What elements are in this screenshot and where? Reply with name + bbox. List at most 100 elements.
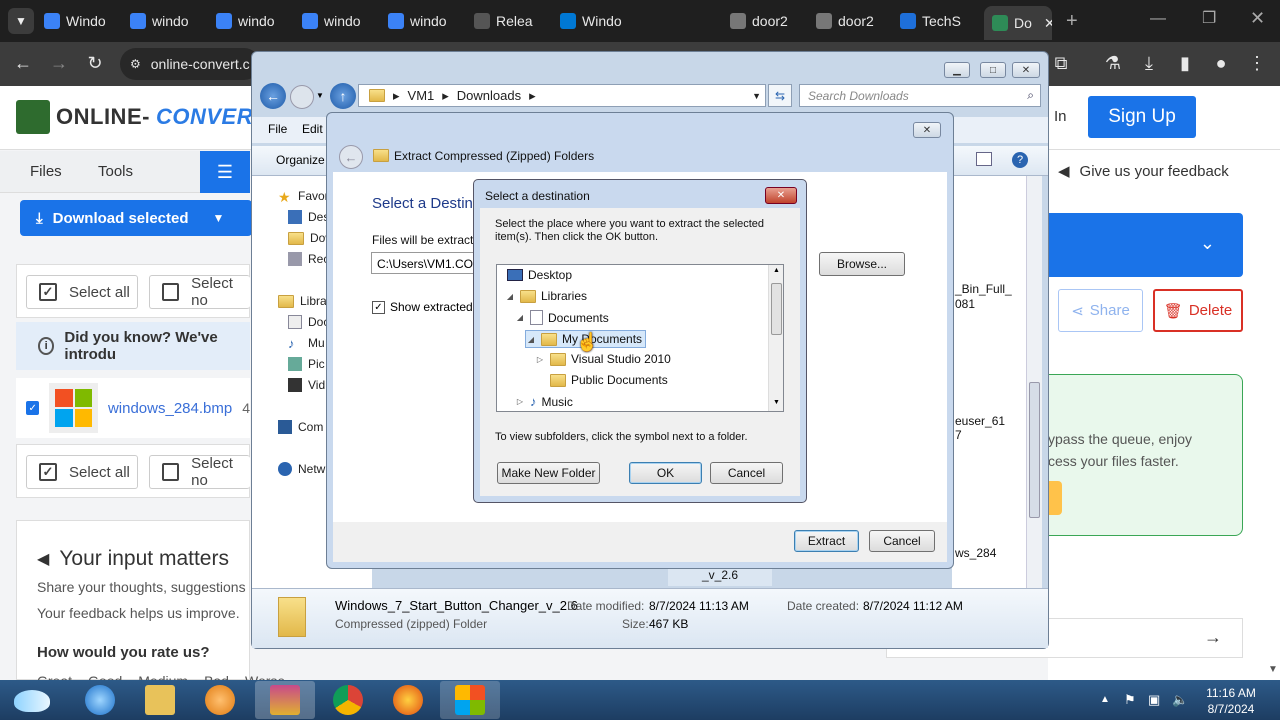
side-panel-icon[interactable]: ▮ bbox=[1174, 52, 1196, 74]
tree-item-libraries[interactable]: ◢ Libraries bbox=[505, 289, 587, 303]
site-logo[interactable]: ONLINE- CONVER bbox=[16, 100, 253, 134]
browser-tab[interactable]: TechS bbox=[900, 8, 980, 34]
collapsed-arrow-icon[interactable]: ▷ bbox=[515, 397, 525, 406]
start-button[interactable] bbox=[0, 684, 64, 718]
tree-item-public-documents[interactable]: Public Documents bbox=[535, 373, 668, 387]
profile-icon[interactable]: ● bbox=[1210, 52, 1232, 74]
nav-computer[interactable]: Com bbox=[278, 420, 323, 434]
nav-desktop[interactable]: Des bbox=[288, 210, 329, 224]
nav-tools[interactable]: Tools bbox=[98, 163, 133, 180]
destination-path-input[interactable]: C:\Users\VM1.CO bbox=[371, 252, 481, 274]
new-tab-button[interactable]: + bbox=[1066, 10, 1078, 33]
tree-item-desktop[interactable]: Desktop bbox=[507, 268, 572, 282]
tab-search-button[interactable]: ▼ bbox=[8, 8, 34, 34]
explorer-history-icon[interactable]: ▼ bbox=[316, 91, 324, 100]
close-tab-icon[interactable]: ✕ bbox=[1044, 15, 1052, 32]
address-dropdown-icon[interactable]: ▼ bbox=[752, 91, 761, 101]
browse-button[interactable]: Browse... bbox=[819, 252, 905, 276]
explorer-forward-icon[interactable] bbox=[290, 85, 314, 109]
menu-edit[interactable]: Edit bbox=[302, 122, 323, 136]
select-none-button-bottom[interactable]: Select no bbox=[149, 455, 250, 489]
premium-button[interactable] bbox=[1048, 481, 1062, 515]
browser-tab[interactable]: windo bbox=[130, 8, 210, 34]
explorer-maximize-button[interactable]: □ bbox=[980, 62, 1006, 78]
restore-window-button[interactable]: ❐ bbox=[1202, 8, 1216, 28]
nav-recent[interactable]: Rec bbox=[288, 252, 329, 266]
expand-arrow-icon[interactable]: ◢ bbox=[505, 292, 515, 301]
select-all-button-bottom[interactable]: ✓ Select all bbox=[26, 455, 138, 489]
menu-file[interactable]: File bbox=[268, 122, 287, 136]
file-label[interactable]: _Bin_Full_ bbox=[955, 282, 1012, 296]
login-link[interactable]: In bbox=[1054, 108, 1067, 125]
tree-item-visual-studio[interactable]: ▷ Visual Studio 2010 bbox=[535, 352, 671, 366]
preview-pane-icon[interactable] bbox=[976, 152, 992, 166]
browser-tab[interactable]: windo bbox=[388, 8, 468, 34]
extract-button[interactable]: Extract bbox=[794, 530, 859, 552]
list-view-icon[interactable]: ☰ bbox=[200, 151, 250, 193]
taskbar-windows-app[interactable] bbox=[440, 681, 500, 719]
show-hidden-icons[interactable]: ▲ bbox=[1100, 694, 1110, 705]
chevron-down-icon[interactable]: ▼ bbox=[213, 211, 225, 225]
forward-icon[interactable]: → bbox=[48, 52, 70, 74]
taskbar-winrar[interactable] bbox=[255, 681, 315, 719]
nav-music[interactable]: ♪ Mu bbox=[288, 336, 325, 351]
ok-button[interactable]: OK bbox=[629, 462, 702, 484]
address-bar[interactable]: ⚙ online-convert.c bbox=[120, 48, 260, 80]
dest-close-button[interactable]: ✕ bbox=[765, 187, 797, 204]
explorer-close-button[interactable]: ✕ bbox=[1012, 62, 1040, 78]
browser-tab[interactable]: Windo bbox=[44, 8, 124, 34]
labs-icon[interactable]: ⚗ bbox=[1102, 52, 1124, 74]
nav-network[interactable]: Netw bbox=[278, 462, 325, 476]
explorer-scrollbar[interactable] bbox=[1026, 176, 1042, 588]
action-center-flag-icon[interactable]: ⚑ bbox=[1124, 692, 1136, 708]
close-window-button[interactable]: ✕ bbox=[1250, 8, 1265, 29]
menu-icon[interactable]: ⋮ bbox=[1246, 52, 1268, 74]
file-label[interactable]: 7 bbox=[955, 428, 962, 442]
file-label[interactable]: ws_284 bbox=[955, 546, 996, 560]
wizard-back-icon[interactable]: ← bbox=[339, 145, 363, 169]
scroll-down-arrow[interactable]: ▼ bbox=[1268, 664, 1278, 675]
wizard-cancel-button[interactable]: Cancel bbox=[869, 530, 935, 552]
organize-button[interactable]: Organize bbox=[276, 153, 325, 167]
expand-arrow-icon[interactable]: ◢ bbox=[515, 313, 525, 322]
file-name-link[interactable]: windows_284.bmp bbox=[108, 400, 232, 417]
dest-cancel-button[interactable]: Cancel bbox=[710, 462, 783, 484]
nav-videos[interactable]: Vid bbox=[288, 378, 325, 392]
select-all-button[interactable]: ✓ Select all bbox=[26, 275, 138, 309]
browser-tab[interactable]: Do ✕ bbox=[984, 6, 1052, 40]
download-selected-button[interactable]: ⤓ Download selected ▼ bbox=[20, 200, 252, 236]
tree-item-documents[interactable]: ◢ Documents bbox=[515, 310, 609, 325]
browser-tab[interactable]: windo bbox=[216, 8, 296, 34]
taskbar-firefox[interactable] bbox=[378, 681, 438, 719]
sign-up-button[interactable]: Sign Up bbox=[1088, 96, 1196, 138]
scroll-up-icon[interactable]: ▲ bbox=[773, 267, 780, 274]
extensions-icon[interactable]: ⧉ bbox=[1050, 52, 1072, 74]
share-button[interactable]: ⋖ Share bbox=[1058, 289, 1143, 332]
browser-tab[interactable]: windo bbox=[302, 8, 382, 34]
nav-files[interactable]: Files bbox=[30, 163, 62, 180]
nav-documents[interactable]: Doc bbox=[288, 315, 329, 329]
taskbar-internet-explorer[interactable] bbox=[70, 681, 130, 719]
taskbar-chrome[interactable] bbox=[318, 681, 378, 719]
taskbar-clock[interactable]: 11:16 AM 8/7/2024 bbox=[1196, 685, 1266, 717]
scrollbar-thumb[interactable] bbox=[1029, 382, 1040, 518]
file-label[interactable]: 081 bbox=[955, 297, 975, 311]
explorer-back-icon[interactable]: ← bbox=[260, 83, 286, 109]
taskbar-media-player[interactable] bbox=[190, 681, 250, 719]
browser-tab[interactable]: Windo bbox=[560, 8, 640, 34]
volume-muted-icon[interactable]: 🔈 bbox=[1172, 692, 1188, 708]
minimize-window-button[interactable]: — bbox=[1150, 10, 1166, 28]
delete-button[interactable]: 🗑 Delete bbox=[1153, 289, 1243, 332]
tree-scroll-thumb[interactable] bbox=[771, 283, 782, 335]
nav-libraries[interactable]: Libra bbox=[278, 294, 327, 308]
expand-arrow-icon[interactable]: ◢ bbox=[526, 335, 536, 344]
taskbar-explorer[interactable] bbox=[130, 681, 190, 719]
explorer-up-icon[interactable]: ↑ bbox=[330, 83, 356, 109]
back-icon[interactable]: ← bbox=[12, 52, 34, 74]
file-checkbox[interactable]: ✓ bbox=[26, 401, 40, 415]
breadcrumb-vm1[interactable]: VM1 bbox=[408, 88, 435, 103]
folder-tree[interactable]: Desktop ◢ Libraries ◢ Documents ◢ My Docume… bbox=[496, 264, 784, 412]
explorer-search-input[interactable]: Search Downloads ⌕ bbox=[799, 84, 1041, 107]
give-feedback-link[interactable]: ◀ Give us your feedback bbox=[1058, 162, 1229, 181]
select-none-button[interactable]: Select no bbox=[149, 275, 250, 309]
